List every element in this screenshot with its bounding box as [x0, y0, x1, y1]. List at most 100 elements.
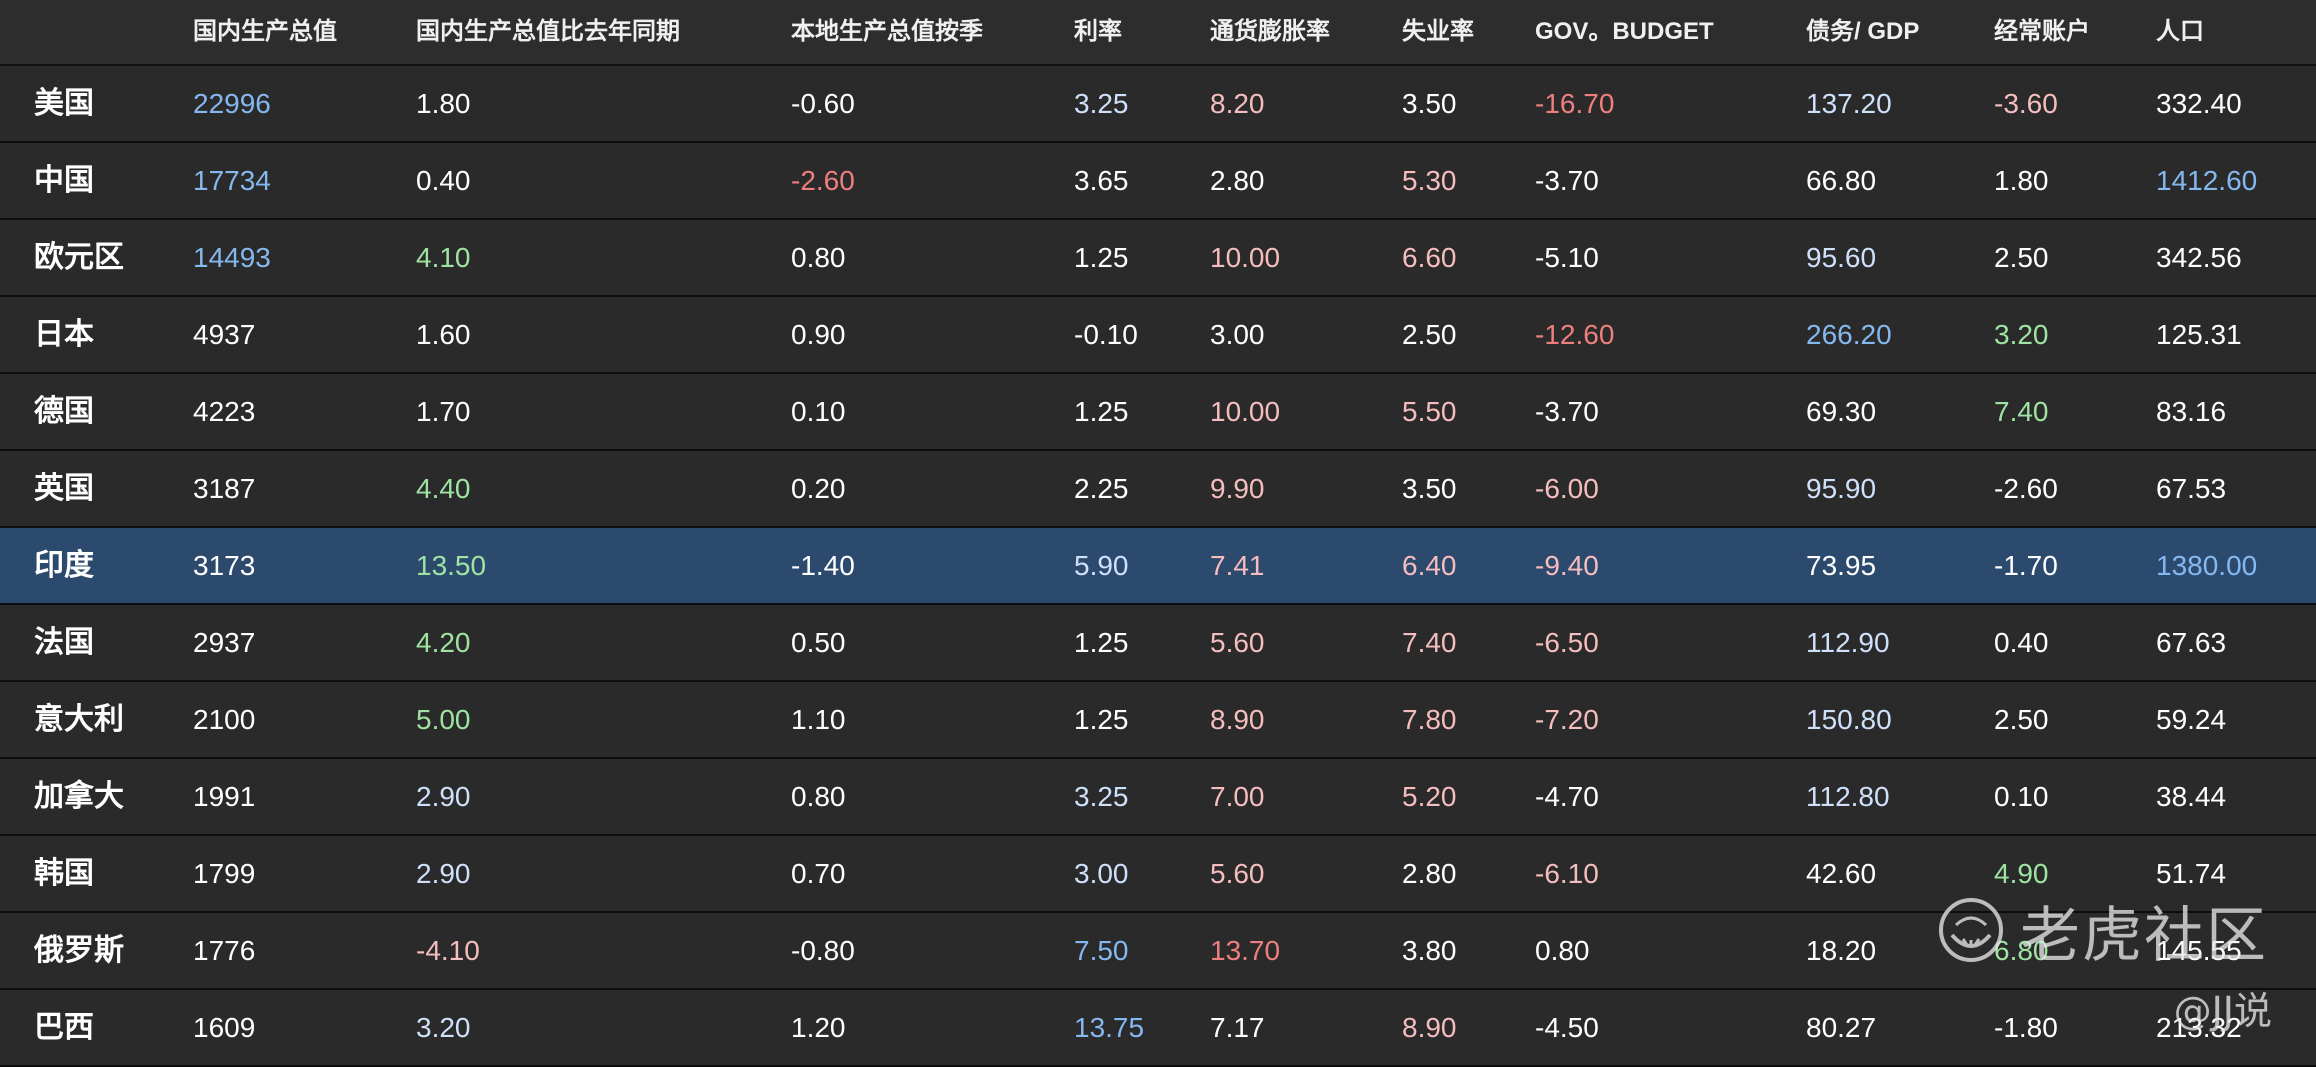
- table-cell: 1.25: [1074, 627, 1129, 658]
- column-header-7: GOV。BUDGET: [1535, 18, 1714, 45]
- table-cell: 8.90: [1402, 1012, 1457, 1043]
- table-cell: -2.60: [1994, 473, 2058, 504]
- table-cell: 3.65: [1074, 165, 1129, 196]
- table-row[interactable]: 韩国 1799 2.90 0.70 3.00 5.60 2.80 -6.10 42.60 4.90…: [0, 836, 2316, 913]
- table-cell: 4223: [193, 396, 256, 427]
- column-header-1: 国内生产总值: [193, 18, 337, 45]
- table-cell: 1609: [193, 1012, 256, 1043]
- table-cell: 5.90: [1074, 550, 1129, 581]
- table-cell: 1776: [193, 935, 256, 966]
- column-header-3: 本地生产总值按季: [791, 18, 983, 45]
- table-cell: 3.25: [1074, 781, 1129, 812]
- table-cell: -0.80: [791, 935, 855, 966]
- table-cell: 7.80: [1402, 704, 1457, 735]
- table-cell: 5.30: [1402, 165, 1457, 196]
- table-cell: 18.20: [1806, 935, 1877, 966]
- table-cell: 0.80: [1535, 935, 1590, 966]
- table-cell: 0.10: [1994, 781, 2049, 812]
- table-cell: 22996: [193, 88, 271, 119]
- table-row[interactable]: 日本 4937 1.60 0.90 -0.10 3.00 2.50 -12.60 266.20 3…: [0, 297, 2316, 374]
- table-cell: 1799: [193, 858, 256, 889]
- table-cell: -12.60: [1535, 319, 1615, 350]
- table-cell: 10.00: [1210, 242, 1281, 273]
- table-row[interactable]: 加拿大 1991 2.90 0.80 3.25 7.00 5.20 -4.70 112.80 0.…: [0, 759, 2316, 836]
- table-cell: 5.60: [1210, 858, 1265, 889]
- table-cell: 8.90: [1210, 704, 1265, 735]
- table-cell: 137.20: [1806, 88, 1892, 119]
- watermark-handle: @JJ说: [2173, 989, 2272, 1033]
- table-cell: -6.00: [1535, 473, 1599, 504]
- table-cell: 80.27: [1806, 1012, 1877, 1043]
- table-cell: 5.50: [1402, 396, 1457, 427]
- table-cell: 95.60: [1806, 242, 1877, 273]
- country-name: 欧元区: [34, 241, 124, 274]
- table-cell: 1.25: [1074, 396, 1129, 427]
- table-cell: 7.41: [1210, 550, 1265, 581]
- table-row[interactable]: 美国 22996 1.80 -0.60 3.25 8.20 3.50 -16.70 137.20…: [0, 66, 2316, 143]
- table-row[interactable]: 德国 4223 1.70 0.10 1.25 10.00 5.50 -3.70 69.30 7.4…: [0, 374, 2316, 451]
- table-cell: 67.53: [2156, 473, 2227, 504]
- table-cell: -1.70: [1994, 550, 2058, 581]
- column-header-2: 国内生产总值比去年同期: [416, 18, 680, 45]
- table-cell: 1.25: [1074, 242, 1129, 273]
- column-header-9: 经常账户: [1994, 18, 2090, 45]
- table-cell: 5.20: [1402, 781, 1457, 812]
- table-cell: -4.10: [416, 935, 480, 966]
- table-cell: 3.00: [1074, 858, 1129, 889]
- table-cell: 2.80: [1210, 165, 1265, 196]
- table-cell: 3173: [193, 550, 256, 581]
- table-cell: 150.80: [1806, 704, 1892, 735]
- table-cell: 4937: [193, 319, 256, 350]
- table-cell: 14493: [193, 242, 271, 273]
- table-row[interactable]: 印度 3173 13.50 -1.40 5.90 7.41 6.40 -9.40 73.95 -1…: [0, 528, 2316, 605]
- table-cell: 5.60: [1210, 627, 1265, 658]
- country-name: 韩国: [34, 857, 94, 890]
- country-name: 印度: [34, 549, 94, 582]
- table-cell: -3.60: [1994, 88, 2058, 119]
- table-row[interactable]: 法国 2937 4.20 0.50 1.25 5.60 7.40 -6.50 112.90 0.4…: [0, 605, 2316, 682]
- table-cell: 7.50: [1074, 935, 1129, 966]
- table-cell: 1.20: [791, 1012, 846, 1043]
- table-cell: 1991: [193, 781, 256, 812]
- table-cell: 1.10: [791, 704, 846, 735]
- table-cell: 266.20: [1806, 319, 1892, 350]
- table-cell: 2.50: [1994, 242, 2049, 273]
- table-cell: -1.80: [1994, 1012, 2058, 1043]
- table-cell: 1.80: [1994, 165, 2049, 196]
- table-row[interactable]: 巴西 1609 3.20 1.20 13.75 7.17 8.90 -4.50 80.27 -1.…: [0, 990, 2316, 1067]
- country-name: 英国: [34, 472, 94, 505]
- table-cell: 3187: [193, 473, 256, 504]
- table-cell: 1.60: [416, 319, 471, 350]
- table-cell: -3.70: [1535, 165, 1599, 196]
- table-cell: 95.90: [1806, 473, 1877, 504]
- country-name: 意大利: [34, 703, 124, 736]
- table-cell: -0.60: [791, 88, 855, 119]
- table-cell: 7.17: [1210, 1012, 1265, 1043]
- table-cell: 38.44: [2156, 781, 2227, 812]
- table-cell: 3.80: [1402, 935, 1457, 966]
- table-cell: 2100: [193, 704, 256, 735]
- table-cell: 67.63: [2156, 627, 2227, 658]
- table-cell: 8.20: [1210, 88, 1265, 119]
- country-name: 日本: [34, 318, 94, 351]
- table-cell: 4.20: [416, 627, 471, 658]
- table-cell: 3.25: [1074, 88, 1129, 119]
- country-name: 法国: [34, 626, 94, 659]
- table-row[interactable]: 中国 17734 0.40 -2.60 3.65 2.80 5.30 -3.70 66.80 1.…: [0, 143, 2316, 220]
- table-cell: 2.25: [1074, 473, 1129, 504]
- column-header-10: 人口: [2156, 18, 2204, 45]
- table-cell: 342.56: [2156, 242, 2242, 273]
- column-header-8: 债务/ GDP: [1806, 18, 1920, 45]
- table-cell: 4.90: [1994, 858, 2049, 889]
- table-row[interactable]: 意大利 2100 5.00 1.10 1.25 8.90 7.80 -7.20 150.80 2.…: [0, 682, 2316, 759]
- table-row[interactable]: 英国 3187 4.40 0.20 2.25 9.90 3.50 -6.00 95.90 -2.6…: [0, 451, 2316, 528]
- table-row[interactable]: 俄罗斯 1776 -4.10 -0.80 7.50 13.70 3.80 0.80 18.20 6…: [0, 913, 2316, 990]
- table-cell: 7.40: [1402, 627, 1457, 658]
- table-cell: -0.10: [1074, 319, 1138, 350]
- table-cell: -4.70: [1535, 781, 1599, 812]
- table-row[interactable]: 欧元区 14493 4.10 0.80 1.25 10.00 6.60 -5.10 95.60 2…: [0, 220, 2316, 297]
- table-cell: 2.50: [1402, 319, 1457, 350]
- table-cell: 1.25: [1074, 704, 1129, 735]
- table-cell: 42.60: [1806, 858, 1877, 889]
- table-cell: 83.16: [2156, 396, 2227, 427]
